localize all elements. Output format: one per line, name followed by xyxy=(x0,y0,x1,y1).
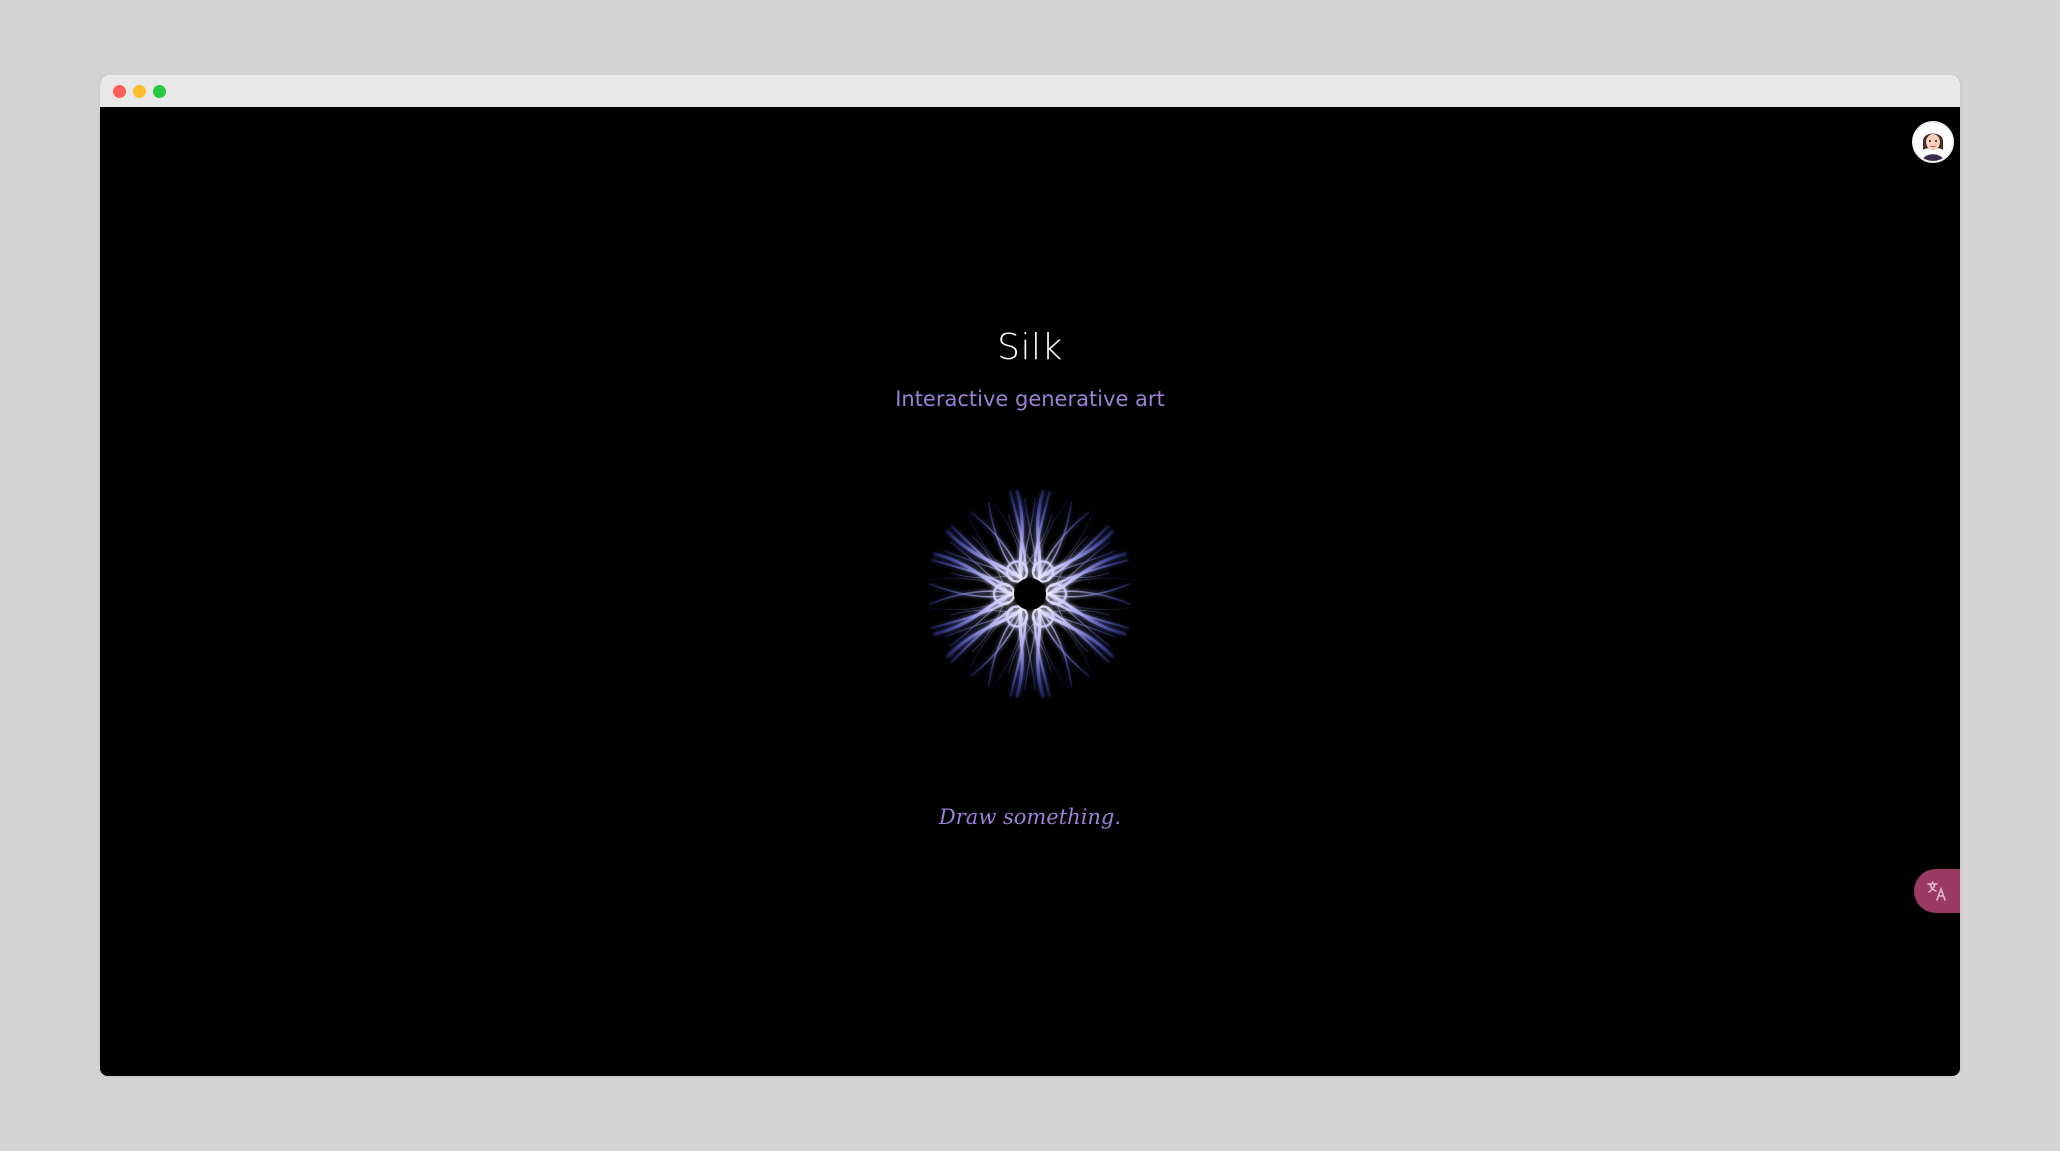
silk-strand xyxy=(933,552,1014,596)
page-title: Silk xyxy=(997,327,1063,368)
silk-arm xyxy=(917,535,1016,653)
translate-icon xyxy=(1927,881,1946,901)
silk-strand xyxy=(1046,592,1127,636)
silk-arm xyxy=(1044,535,1143,653)
minimize-window-button[interactable] xyxy=(133,85,146,98)
close-window-button[interactable] xyxy=(113,85,126,98)
translate-button[interactable] xyxy=(1914,869,1960,913)
avatar[interactable] xyxy=(1912,121,1954,163)
window-titlebar xyxy=(100,75,1960,107)
user-avatar-icon xyxy=(1914,123,1952,161)
silk-strand xyxy=(1046,552,1127,596)
artwork-center xyxy=(1014,578,1046,610)
maximize-window-button[interactable] xyxy=(153,85,166,98)
page-subtitle: Interactive generative art xyxy=(895,387,1165,411)
silk-artwork xyxy=(917,490,1143,698)
silk-canvas[interactable]: Silk Interactive generative art Draw som… xyxy=(100,107,1960,1076)
draw-hint: Draw something. xyxy=(938,805,1122,829)
browser-window: Silk Interactive generative art Draw som… xyxy=(100,75,1960,1076)
silk-strand xyxy=(933,592,1014,636)
